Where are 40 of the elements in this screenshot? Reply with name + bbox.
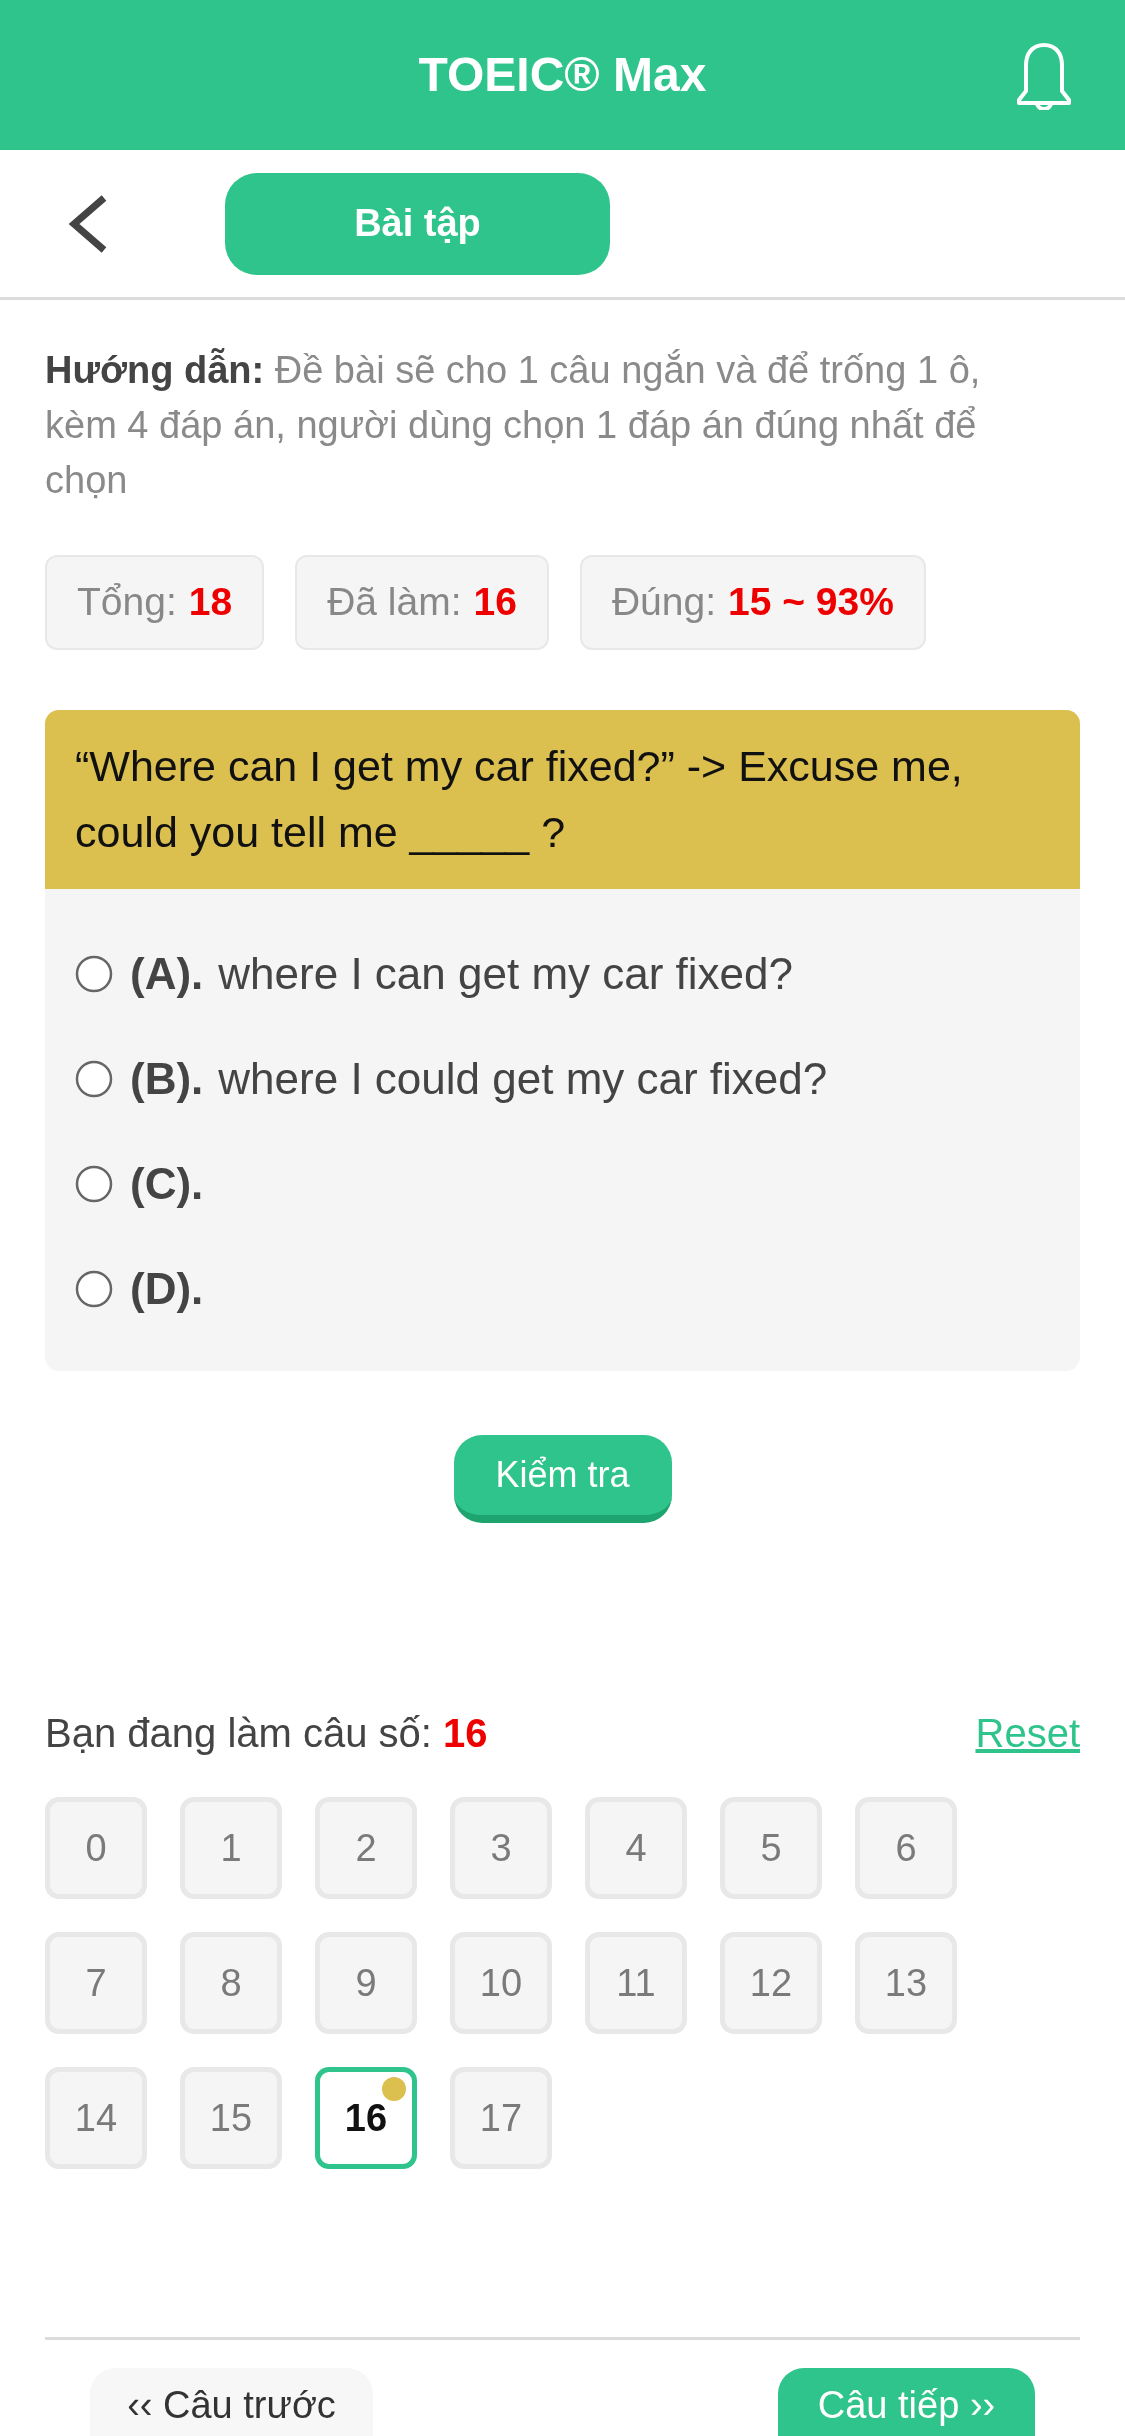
question-number-button[interactable]: 13	[855, 1932, 957, 2034]
question-number-button[interactable]: 3	[450, 1797, 552, 1899]
question-number-button[interactable]: 7	[45, 1932, 147, 2034]
previous-button[interactable]: ‹‹ Câu trước	[90, 2368, 373, 2436]
question-number-button[interactable]: 9	[315, 1932, 417, 2034]
question-number-button[interactable]: 0	[45, 1797, 147, 1899]
instructions-text: Hướng dẫn: Đề bài sẽ cho 1 câu ngắn và để trống 1 ô, kèm 4 đáp án, người dùng chọn 1 đáp án đúng nhất để chọn	[45, 347, 982, 503]
question-number-button[interactable]: 1	[180, 1797, 282, 1899]
question-number-button[interactable]: 15	[180, 2067, 282, 2169]
question-number-button[interactable]: 11	[585, 1932, 687, 2034]
question-number-button[interactable]: 2	[315, 1797, 417, 1899]
option-letter: (B).	[130, 1052, 204, 1105]
question-number-button[interactable]: 4	[585, 1797, 687, 1899]
stat-chip: Đã làm: 16	[295, 555, 549, 650]
app-title: TOEIC® Max	[418, 51, 707, 99]
question-number-button[interactable]: 8	[180, 1932, 282, 2034]
radio-button[interactable]	[75, 1269, 113, 1308]
question-number-button[interactable]: 17	[450, 2067, 552, 2169]
question-number-button[interactable]: 10	[450, 1932, 552, 2034]
option-letter: (C).	[130, 1157, 204, 1210]
radio-button[interactable]	[75, 1164, 113, 1203]
reset-link[interactable]: Reset	[975, 1703, 1080, 1763]
question-number-button[interactable]: 14	[45, 2067, 147, 2169]
exercises-tab[interactable]: Bài tập	[225, 172, 610, 275]
next-button[interactable]: Câu tiếp ››	[778, 2368, 1035, 2436]
question-number-button[interactable]: 6	[855, 1797, 957, 1899]
radio-button[interactable]	[75, 954, 113, 993]
option-letter: (A).	[130, 947, 204, 1000]
question-number-button[interactable]: 16	[315, 2067, 417, 2169]
question-number-button[interactable]: 5	[720, 1797, 822, 1899]
radio-button[interactable]	[75, 1059, 113, 1098]
stat-chip: Tổng: 18	[45, 555, 265, 650]
current-question-text: Bạn đang làm câu số: 16	[45, 1710, 488, 1757]
option-letter: (D).	[130, 1262, 204, 1315]
check-button[interactable]: Kiểm tra	[453, 1435, 672, 1523]
question-number-button[interactable]: 12	[720, 1932, 822, 2034]
stat-chip: Đúng: 15 ~ 93%	[579, 555, 926, 650]
option-text: where I can get my car fixed?	[218, 947, 794, 1000]
question-text: “Where can I get my car fixed?” -> Excuse me, could you tell me _____ ?	[45, 710, 1080, 889]
option-text: where I could get my car fixed?	[218, 1052, 828, 1105]
